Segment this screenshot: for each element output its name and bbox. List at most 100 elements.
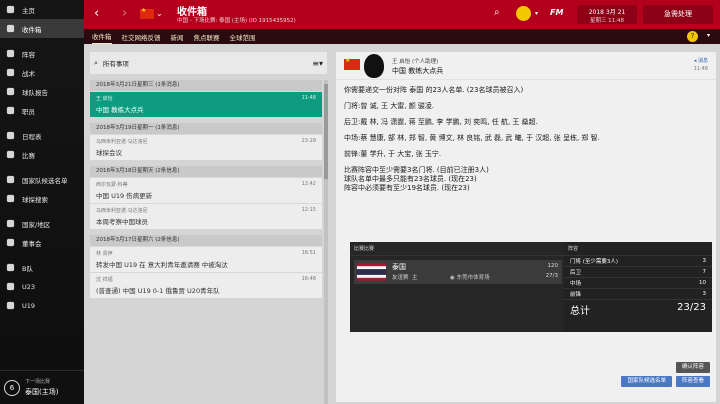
list-group-header[interactable]: 2018年3月17日星期六 (2条信息): [90, 235, 322, 246]
match-card[interactable]: 比赛比赛 泰国 友谊赛 主 ◉ 东莞市体育场 120 27/3: [350, 242, 566, 332]
list-item[interactable]: 林 贵伊转发中国 U19 在 意大利青年邀请赛 中被淘汰 16:51: [90, 246, 322, 272]
match-type: 友谊赛 主: [392, 273, 418, 281]
shortlist-button[interactable]: 国家队候选名单: [621, 376, 672, 387]
avatar: [364, 54, 384, 78]
squad-row-label: 前锋: [570, 292, 582, 298]
message-tag: ◂ 消息: [694, 57, 708, 64]
rule-line: 比赛阵容中至少需要3名门将. (目前已注册3人): [344, 166, 489, 174]
sidebar-item-1[interactable]: 收件箱: [0, 19, 84, 38]
stadium-icon: ◉: [450, 275, 455, 281]
sidebar-item-label: 阵容: [22, 50, 35, 59]
list-item-from: 沈 祥福: [96, 277, 113, 283]
sidebar-item-7[interactable]: 比赛: [0, 145, 84, 164]
search-icon[interactable]: ⌕: [494, 7, 500, 18]
chat-icon: ◂: [693, 58, 697, 64]
sidebar-item-3[interactable]: 战术: [0, 63, 84, 82]
chevron-down-icon-3[interactable]: ▾: [707, 32, 710, 39]
help-icon[interactable]: ?: [687, 31, 698, 42]
list-item-subject: (普查通) 中国 U19 0-1 俄鲁贾 U20青年队: [96, 287, 220, 295]
fm-menu-button[interactable]: FM: [550, 8, 563, 17]
list-item-from: 西尔瓦蒙·科蒂: [96, 182, 128, 188]
list-group-header[interactable]: 2018年3月19日星期一 (1条消息): [90, 123, 322, 134]
back-arrow-icon[interactable]: ‹: [94, 6, 99, 21]
body-line: 前锋:董 学升, 于 大宝, 张 玉宁.: [344, 150, 442, 158]
chevron-down-icon-2[interactable]: ▾: [535, 10, 538, 17]
nation-icon: [6, 219, 15, 228]
board-icon: [6, 238, 15, 247]
list-filter[interactable]: ⌕ 所有事项 ≡▾: [90, 52, 327, 74]
list-item-from: 马西米利亚诺·马达洛尼: [96, 139, 148, 145]
forward-arrow-icon[interactable]: ›: [122, 6, 127, 21]
sidebar-item-label: 球探搜索: [22, 195, 48, 204]
rule-line: 阵容中必须要有至少19名球员. (现在23): [344, 184, 470, 192]
list-item[interactable]: 马西米利亚诺·马达洛尼 球探会议 23:29: [90, 134, 322, 160]
sidebar-item-label: 比赛: [22, 151, 35, 160]
continue-button[interactable]: 急需处理: [643, 5, 713, 24]
club-badge-icon[interactable]: [516, 6, 531, 21]
venue-label: 东莞市体育场: [456, 275, 490, 281]
squad-row-gk: 门将 (至少需要3人) 3: [564, 256, 712, 267]
sidebar-item-9[interactable]: 球探搜索: [0, 189, 84, 208]
list-group-header[interactable]: 2018年3月21日星期三 (1条消息): [90, 80, 322, 91]
sidebar-item-4[interactable]: 球队报告: [0, 82, 84, 101]
list-item-time: 16:51: [301, 250, 316, 256]
sidebar-item-label: U23: [22, 282, 36, 291]
game-date: 2018 3月 21 星期三 11:48: [577, 5, 637, 24]
scrollbar-thumb[interactable]: [324, 84, 328, 179]
squad-row-value: 3: [702, 291, 707, 297]
sidebar-item-11[interactable]: 董事会: [0, 233, 84, 252]
tab-news[interactable]: 新闻: [171, 30, 184, 44]
report-icon: [6, 87, 15, 96]
list-item-subject: 本周考察中国球员: [96, 218, 148, 226]
tab-inbox[interactable]: 收件箱: [92, 29, 112, 44]
weekday-time-line: 星期三 11:48: [589, 18, 625, 24]
mail-icon: [6, 24, 15, 33]
list-item-time: 12:15: [301, 207, 316, 213]
calendar-icon: [6, 131, 15, 140]
tab-focus-league[interactable]: 焦点联赛: [194, 30, 220, 44]
sidebar-item-label: B队: [22, 264, 33, 273]
list-item-time: 23:29: [301, 138, 316, 144]
confirm-squad-button[interactable]: 确认阵容: [675, 362, 710, 373]
squad-row-label: 门将 (至少需要3人): [570, 259, 619, 265]
tab-social-feed[interactable]: 社交网络反馈: [122, 30, 161, 44]
sidebar-item-13[interactable]: U23: [0, 277, 84, 296]
sidebar-item-0[interactable]: 主页: [0, 0, 84, 19]
menu-icon[interactable]: ≡▾: [312, 59, 323, 68]
list-item-time: 12:42: [301, 181, 316, 187]
list-item[interactable]: 王 启怡 中国 教练大点兵 11:48: [90, 91, 322, 117]
date-line: 2018 3月 21: [588, 9, 626, 16]
sidebar-item-12[interactable]: B队: [0, 258, 84, 277]
view-squad-button[interactable]: 阵容查看: [675, 376, 710, 387]
sidebar-item-6[interactable]: 日程表: [0, 126, 84, 145]
sidebar-item-14[interactable]: U19: [0, 296, 84, 315]
body-line: 门将:曾 诚, 王 大雷, 颜 骏凌.: [344, 102, 435, 110]
sidebar-item-10[interactable]: 国家/地区: [0, 214, 84, 233]
list-item[interactable]: 西尔瓦蒙·科蒂 中国 U19 伤病更新 12:42: [90, 177, 322, 203]
tab-worldwide[interactable]: 全球范围: [230, 30, 256, 44]
sidebar-item-5[interactable]: 职员: [0, 101, 84, 120]
top-bar: ‹ › ⌄ 收件箱 中国 - 下场比赛: 泰国 (主场) (ID 1915435…: [84, 0, 720, 29]
list-item-from: 林 贵伊: [96, 251, 113, 257]
squad-card: 阵容 门将 (至少需要3人) 3 后卫 7 中场 10 前锋 3 总计 23/23: [564, 242, 712, 332]
sidebar-item-label: 董事会: [22, 239, 42, 248]
sidebar-item-label: 国家队候选名单: [22, 176, 68, 185]
sidebar-item-label: 主页: [22, 6, 35, 15]
sidebar-item-2[interactable]: 阵容: [0, 44, 84, 63]
list-group-header[interactable]: 2018年3月18日星期天 (2条信息): [90, 166, 322, 177]
sidebar-item-label: 国家/地区: [22, 220, 51, 229]
sidebar-item-label: 球队报告: [22, 88, 48, 97]
list-item-subject: 转发中国 U19 在 意大利青年邀请赛 中被淘汰: [96, 261, 228, 269]
sidebar-item-8[interactable]: 国家队候选名单: [0, 170, 84, 189]
message-subject: 中国 教练大点兵: [392, 67, 444, 75]
message-tag-label: 消息: [697, 58, 708, 64]
scout-icon: [6, 194, 15, 203]
next-match-panel[interactable]: 6 下一场比赛 泰国(主场): [0, 370, 84, 404]
squad-total: 总计 23/23: [564, 302, 712, 317]
next-match-level-icon: 6: [4, 379, 20, 396]
list-item[interactable]: 马西米利亚诺·马达洛尼 本周考察中国球员 12:15: [90, 203, 322, 229]
chevron-down-icon[interactable]: ⌄: [156, 9, 163, 18]
scrollbar[interactable]: [324, 80, 328, 404]
match-row[interactable]: 泰国 友谊赛 主 ◉ 东莞市体育场 120 27/3: [354, 260, 562, 284]
list-item[interactable]: 沈 祥福 (普查通) 中国 U19 0-1 俄鲁贾 U20青年队 16:48: [90, 272, 322, 298]
